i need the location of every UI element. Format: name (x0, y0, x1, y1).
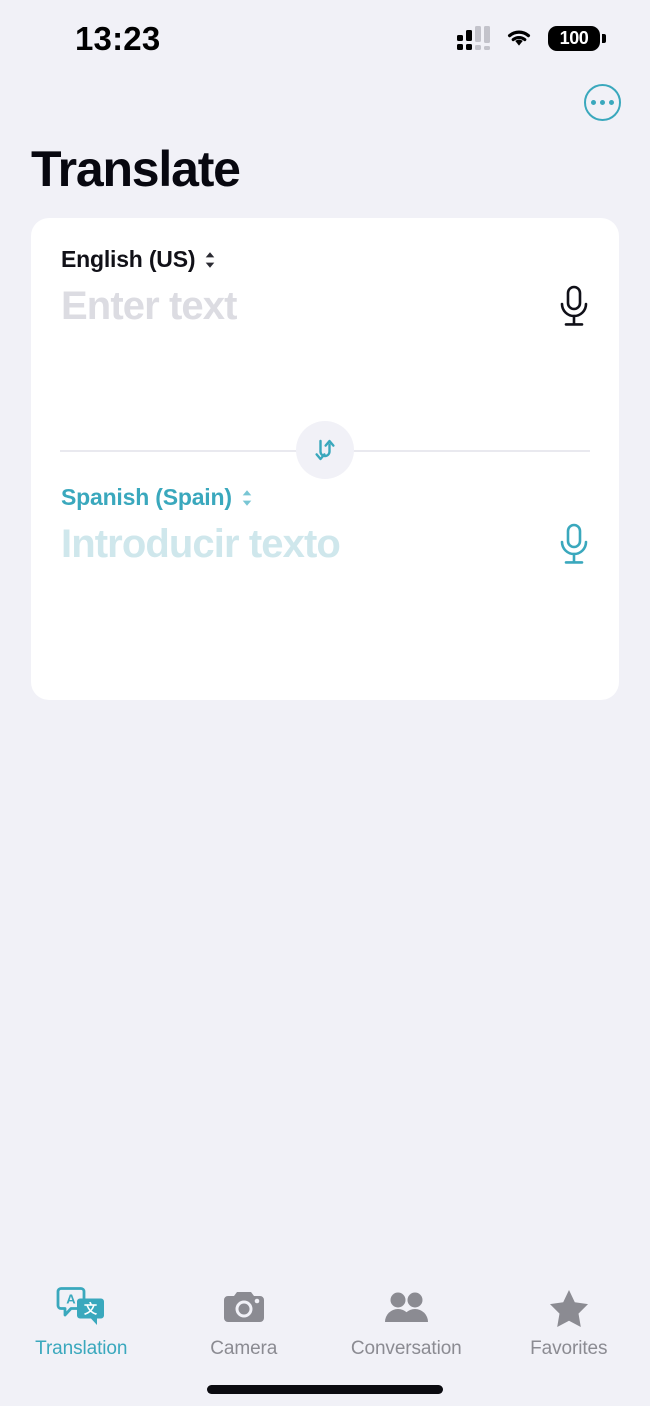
tab-camera-label: Camera (210, 1338, 278, 1359)
translation-bubbles-icon: A 文 (55, 1286, 107, 1330)
battery-icon: 100 (548, 25, 606, 51)
chevron-up-down-icon (206, 251, 215, 268)
target-output-row: Introducir texto (31, 521, 619, 571)
battery-level: 100 (559, 27, 589, 48)
ellipsis-icon (600, 99, 605, 105)
status-bar-clock: 13:23 (75, 19, 161, 57)
camera-icon (222, 1286, 266, 1330)
target-language-selector[interactable]: Spanish (Spain) (31, 484, 619, 511)
target-language-label: Spanish (Spain) (61, 484, 232, 510)
source-section: English (US) Enter text (31, 218, 619, 333)
svg-text:文: 文 (84, 1302, 98, 1317)
ellipsis-icon (591, 99, 596, 105)
tab-translation[interactable]: A 文 Translation (1, 1286, 161, 1360)
source-microphone-icon[interactable] (555, 283, 593, 333)
tab-translation-label: Translation (35, 1338, 128, 1359)
target-text-output[interactable]: Introducir texto (61, 521, 341, 567)
page-title: Translate (31, 141, 241, 197)
target-section: Spanish (Spain) Introducir texto (31, 484, 619, 571)
tab-conversation[interactable]: Conversation (326, 1286, 486, 1360)
status-bar-indicators: 100 (457, 22, 606, 51)
source-input-row: Enter text (31, 283, 619, 333)
tab-favorites[interactable]: Favorites (489, 1286, 649, 1360)
swap-arrows-icon (315, 439, 335, 461)
tab-favorites-label: Favorites (530, 1338, 608, 1359)
wifi-icon (507, 30, 531, 46)
home-indicator (207, 1385, 443, 1394)
cellular-signal-icon (457, 26, 490, 50)
bottom-tab-bar: A 文 Translation Camera Conversation Favo… (0, 1282, 650, 1368)
header-actions (0, 72, 650, 132)
more-options-button[interactable] (584, 83, 621, 121)
tab-camera[interactable]: Camera (164, 1286, 324, 1360)
source-text-input[interactable]: Enter text (61, 283, 237, 329)
source-language-label: English (US) (61, 246, 196, 272)
chevron-up-down-icon (242, 489, 252, 506)
ellipsis-icon (609, 99, 614, 105)
tab-conversation-label: Conversation (350, 1338, 462, 1359)
source-language-selector[interactable]: English (US) (31, 246, 619, 273)
translate-card: English (US) Enter text Spanish (Spain) … (31, 218, 619, 700)
swap-languages-button[interactable] (296, 421, 354, 479)
people-icon (382, 1286, 430, 1330)
target-microphone-icon[interactable] (555, 521, 593, 571)
svg-text:A: A (67, 1292, 77, 1307)
star-icon (548, 1286, 590, 1330)
status-bar: 13:23 100 (0, 0, 650, 72)
